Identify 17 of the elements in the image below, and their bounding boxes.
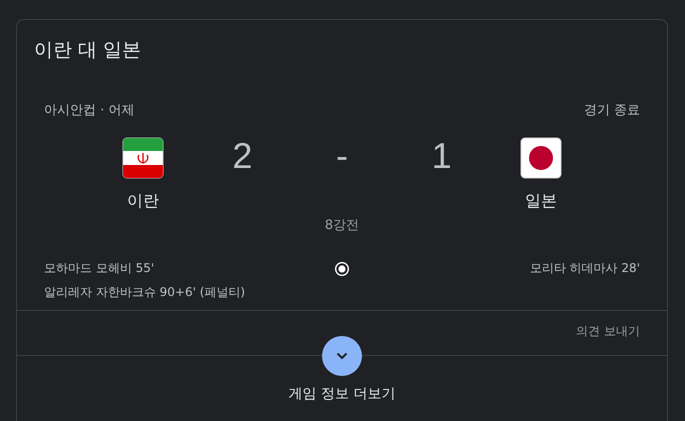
- card-title: 이란 대 일본: [33, 38, 142, 63]
- goal-scorer: 알리레자 자한바크슈 90+6' (페널티): [44, 284, 246, 301]
- match-status: 경기 종료: [584, 102, 640, 119]
- soccer-ball-icon: [334, 261, 350, 277]
- team-score: 2: [231, 135, 254, 177]
- chevron-down-icon: [336, 352, 348, 360]
- expand-button[interactable]: [322, 336, 362, 376]
- feedback-link[interactable]: 의견 보내기: [576, 323, 640, 355]
- goal-scorer: 모하마드 모헤비 55': [44, 260, 154, 277]
- competition-date: 아시안컵 · 어제: [44, 102, 134, 119]
- team-name: 이란: [126, 191, 159, 212]
- match-round: 8강전: [324, 217, 360, 234]
- goal-scorer: 모리타 히데마사 28': [530, 260, 640, 277]
- score-separator: -: [334, 135, 349, 177]
- team-score: 1: [430, 135, 453, 177]
- team-name: 일본: [525, 191, 558, 212]
- more-info-label[interactable]: 게임 정보 더보기: [288, 385, 396, 403]
